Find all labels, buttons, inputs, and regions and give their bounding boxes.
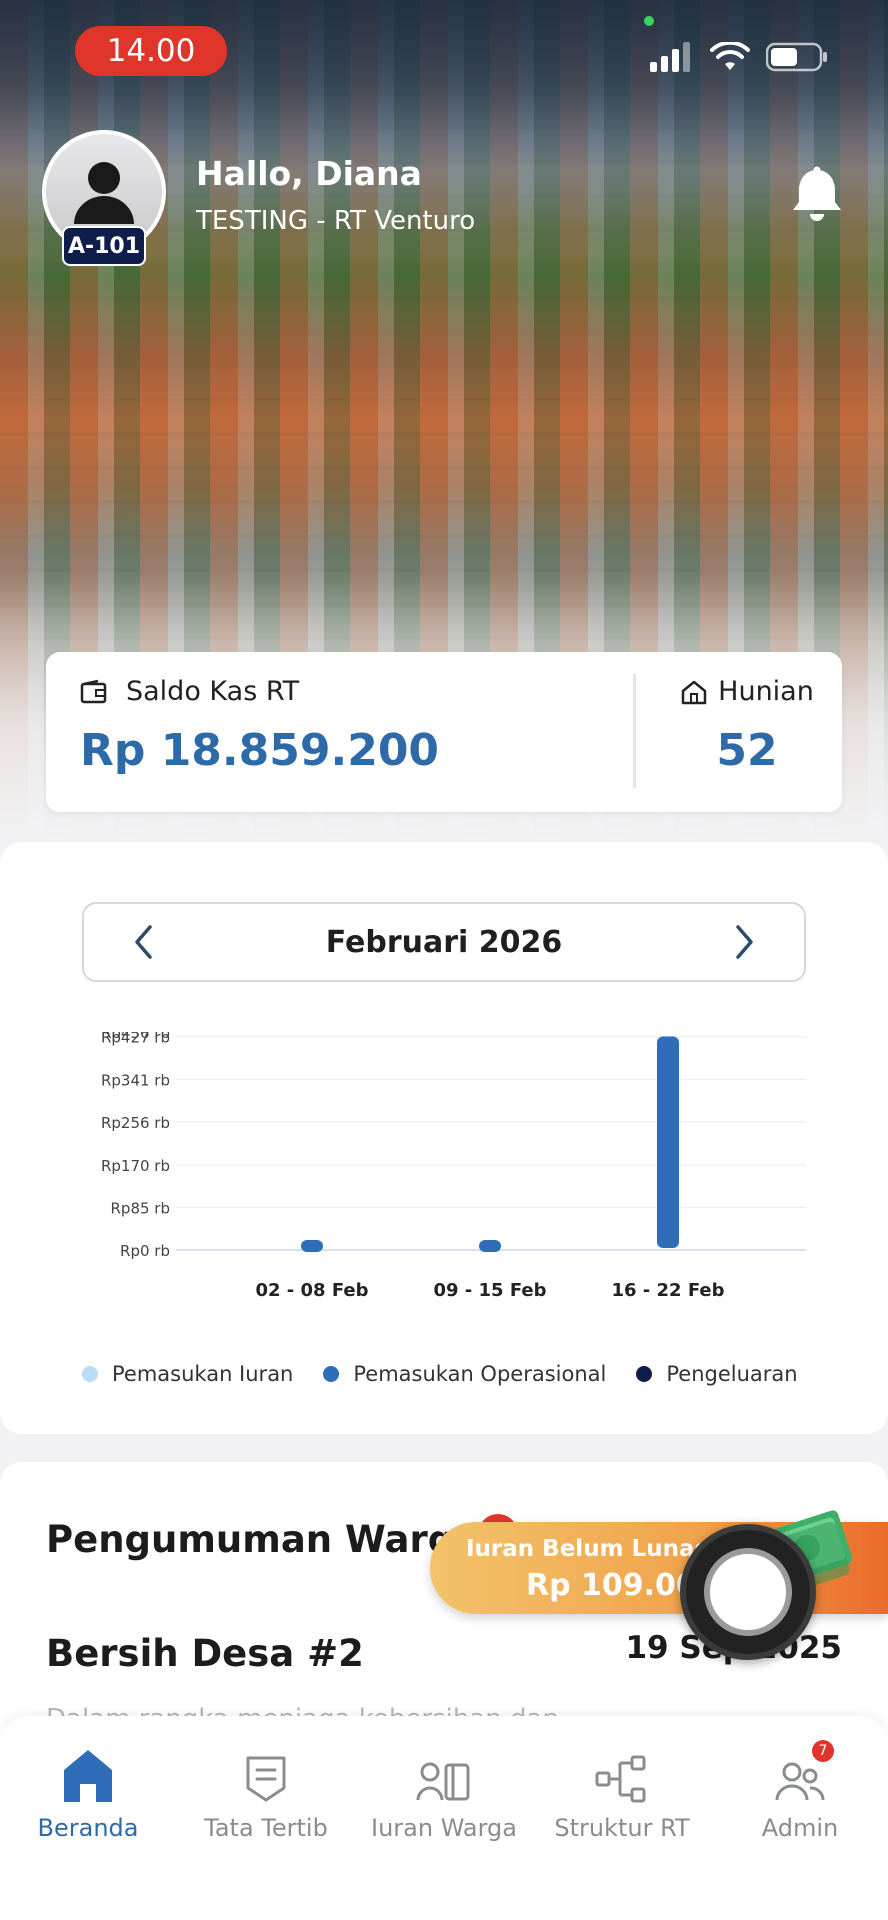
notification-button[interactable]	[790, 166, 844, 228]
legend-item: Pemasukan Iuran	[82, 1362, 293, 1386]
nav-beranda[interactable]: Beranda	[8, 1736, 168, 1842]
hunian-section: Hunian 52	[672, 676, 822, 776]
community-name: TESTING - RT Venturo	[196, 206, 476, 236]
x-tick-label: 02 - 08 Feb	[255, 1280, 368, 1301]
nav-iuran-warga[interactable]: Iuran Warga	[364, 1736, 524, 1842]
chart-legend: Pemasukan Iuran Pemasukan Operasional Peng…	[82, 1362, 798, 1386]
camera-indicator-dot	[644, 16, 654, 26]
bar	[479, 1240, 501, 1252]
unpaid-dues-label: Iuran Belum Lunas	[466, 1536, 709, 1562]
hunian-label: Hunian	[718, 676, 814, 707]
next-month-button[interactable]	[724, 922, 764, 962]
bar	[657, 1036, 679, 1248]
announcement-title[interactable]: Bersih Desa #2	[46, 1632, 364, 1675]
admin-icon	[775, 1762, 825, 1801]
y-tick-label: Rp170 rb	[101, 1157, 170, 1175]
y-tick-label: Rp256 rb	[101, 1114, 170, 1132]
legend-label: Pengeluaran	[666, 1362, 798, 1386]
saldo-amount: Rp 18.859.200	[80, 725, 440, 776]
wifi-icon	[710, 42, 750, 70]
bar	[301, 1240, 323, 1252]
assistive-touch-inner	[704, 1548, 792, 1636]
nav-tata-tertib[interactable]: Tata Tertib	[186, 1736, 346, 1842]
divider	[633, 674, 636, 788]
user-avatar-icon	[74, 162, 134, 224]
greeting-text: Hallo, Diana	[196, 154, 422, 193]
announcements-title: Pengumuman Warga	[46, 1518, 480, 1561]
wallet-icon	[80, 679, 107, 703]
prev-month-button[interactable]	[124, 922, 164, 962]
x-tick-label: 16 - 22 Feb	[611, 1280, 724, 1301]
house-icon	[681, 680, 707, 704]
nav-admin[interactable]: 7 Admin	[720, 1736, 880, 1842]
legend-dot	[636, 1366, 653, 1382]
nav-label: Beranda	[37, 1814, 139, 1842]
bell-icon	[793, 166, 841, 221]
status-time: 14.00	[75, 26, 227, 76]
chevron-right-icon	[736, 925, 753, 959]
bar-chart: Rp0 rb Rp85 rb Rp170 rb Rp256 rb Rp341 rb Rp4…	[101, 1032, 806, 1301]
admin-notification-badge: 7	[812, 1740, 834, 1762]
saldo-card[interactable]: Saldo Kas RT Rp 18.859.200 Hunian 52	[46, 652, 842, 812]
x-tick-label: 09 - 15 Feb	[433, 1280, 546, 1301]
hunian-count: 52	[716, 725, 778, 776]
org-structure-icon	[595, 1755, 646, 1803]
payment-icon	[416, 1762, 470, 1801]
rules-icon	[246, 1756, 286, 1802]
signal-icon	[650, 42, 690, 72]
finance-chart-card: Februari 2026 Rp0 rb Rp85 rb Rp170 rb Rp256…	[0, 842, 888, 1434]
month-label: Februari 2026	[325, 924, 563, 960]
legend-item: Pengeluaran	[636, 1362, 798, 1386]
nav-label: Admin	[761, 1814, 839, 1842]
chevron-left-icon	[135, 925, 152, 959]
nav-label: Iuran Warga	[371, 1814, 517, 1842]
home-icon	[64, 1750, 112, 1802]
y-tick-label: Rp85 rb	[111, 1200, 171, 1218]
bottom-navigation: Beranda Tata Tertib Iuran Warga Struktur…	[0, 1716, 888, 1920]
y-tick-label: Rp436 rb	[101, 1032, 170, 1042]
unpaid-dues-banner[interactable]: Iuran Belum Lunas Rp 109.000	[430, 1510, 888, 1614]
legend-label: Pemasukan Operasional	[353, 1362, 607, 1386]
battery-icon	[766, 42, 827, 72]
y-tick-label: Rp0 rb	[120, 1242, 170, 1260]
nav-struktur-rt[interactable]: Struktur RT	[542, 1736, 702, 1842]
saldo-label: Saldo Kas RT	[126, 676, 300, 707]
nav-label: Tata Tertib	[204, 1814, 328, 1842]
legend-label: Pemasukan Iuran	[112, 1362, 294, 1386]
unit-badge: A-101	[62, 226, 146, 266]
nav-label: Struktur RT	[554, 1814, 690, 1842]
y-tick-label: Rp341 rb	[101, 1072, 170, 1090]
legend-item: Pemasukan Operasional	[323, 1362, 606, 1386]
legend-dot	[323, 1366, 340, 1382]
assistive-touch-button[interactable]	[680, 1524, 816, 1660]
status-icons	[650, 42, 828, 72]
month-navigator: Februari 2026	[82, 902, 806, 982]
legend-dot	[82, 1366, 98, 1382]
saldo-section: Saldo Kas RT Rp 18.859.200	[80, 676, 439, 776]
